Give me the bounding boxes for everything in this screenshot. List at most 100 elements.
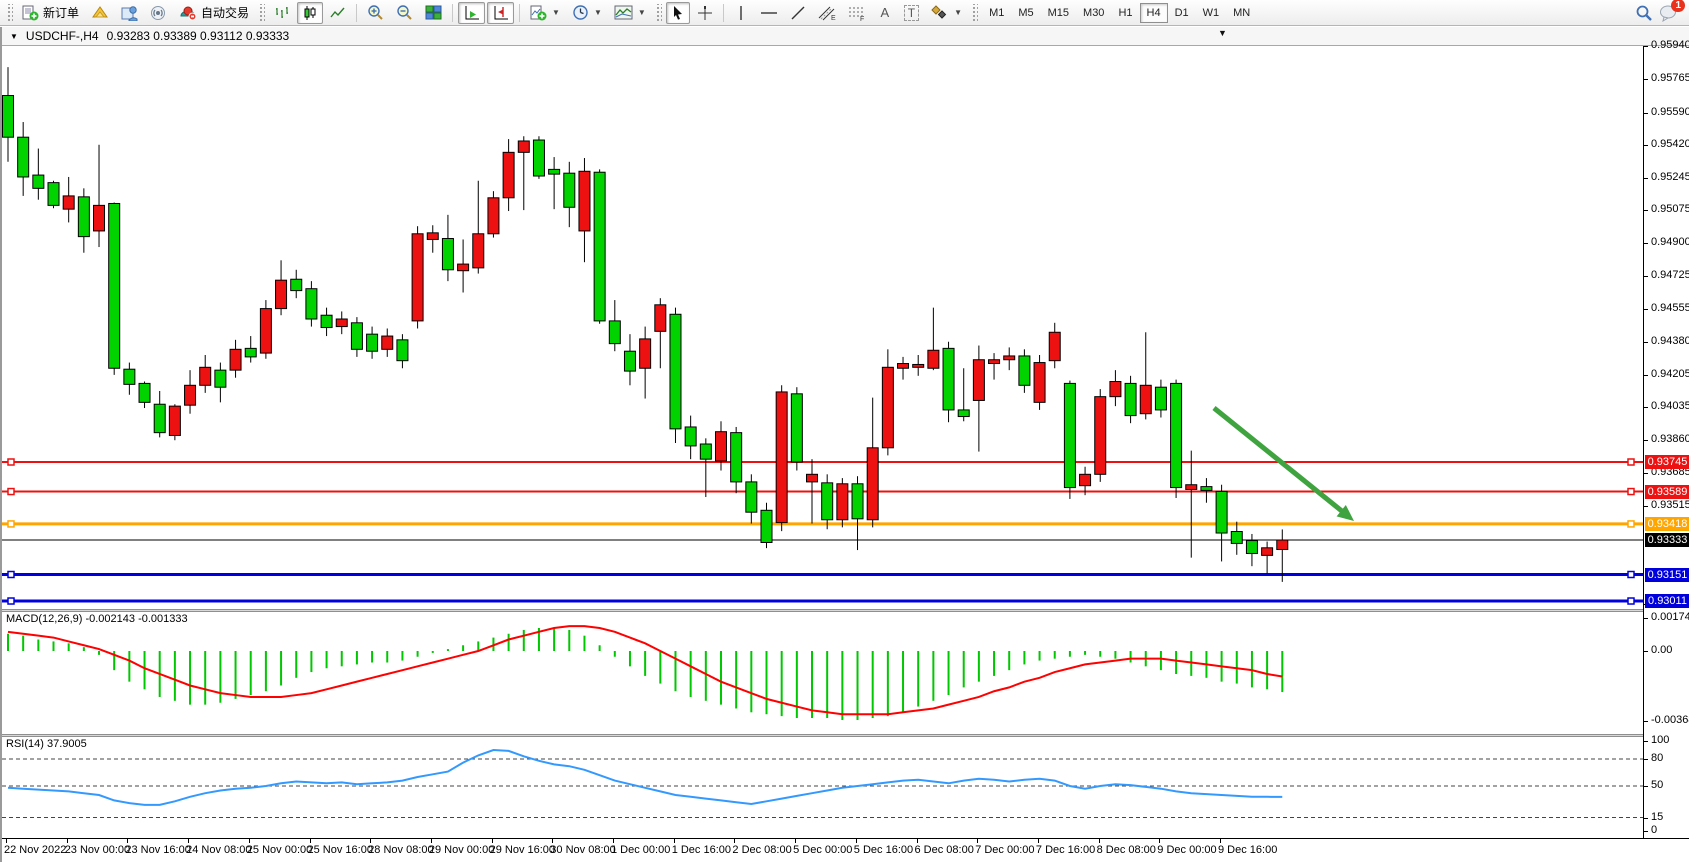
vertical-line-icon [735, 5, 747, 21]
candle-body [989, 360, 1000, 364]
signals-button[interactable] [145, 2, 172, 24]
one-click-collapse-icon[interactable]: ▼ [1218, 28, 1227, 38]
price-line-label: 0.93589 [1645, 485, 1689, 499]
text-label-tool-button[interactable]: T [899, 2, 924, 24]
crosshair-tool-button[interactable] [692, 2, 718, 24]
chevron-down-icon[interactable]: ▼ [638, 8, 646, 17]
candle-body [33, 175, 44, 188]
chart-title-bar[interactable]: ▼ USDCHF-,H4 0.93283 0.93389 0.93112 0.9… [2, 27, 1689, 46]
candlestick-chart-button[interactable] [297, 2, 323, 24]
chart-window: ▼ USDCHF-,H4 0.93283 0.93389 0.93112 0.9… [0, 27, 1689, 862]
price-chart-canvas[interactable] [2, 46, 1643, 609]
auto-trading-button[interactable]: 自动交易 [174, 2, 254, 24]
trendline-tool-button[interactable] [785, 2, 811, 24]
candle-body [200, 367, 211, 385]
line-chart-button[interactable] [325, 2, 351, 24]
chart-shift-button[interactable] [487, 2, 514, 24]
line-handle[interactable] [1628, 598, 1634, 604]
new-order-button[interactable]: 新订单 [17, 2, 84, 24]
candle-body [715, 432, 726, 461]
channel-tool-button[interactable]: E [813, 2, 841, 24]
search-icon[interactable] [1635, 4, 1653, 22]
zoom-out-button[interactable] [391, 2, 418, 24]
profiles-button[interactable] [86, 2, 114, 24]
market-watch-button[interactable] [116, 2, 143, 24]
time-tick [431, 839, 432, 843]
line-handle[interactable] [8, 598, 14, 604]
line-handle[interactable] [8, 459, 14, 465]
candle-body [3, 96, 14, 138]
arrows-tool-button[interactable]: ▼ [926, 2, 967, 24]
toolbar-grip[interactable] [655, 4, 662, 22]
equidistant-channel-icon: E [818, 5, 836, 21]
axis-tick-label: 0.94380 [1651, 335, 1689, 347]
candle-body [1125, 383, 1136, 415]
auto-scroll-button[interactable] [458, 2, 485, 24]
indicators-button[interactable]: ▼ [525, 2, 565, 24]
timeframe-button-m1[interactable]: M1 [982, 3, 1011, 23]
timeframe-button-m15[interactable]: M15 [1041, 3, 1076, 23]
vertical-line-tool-button[interactable] [729, 2, 753, 24]
timeframe-button-d1[interactable]: D1 [1168, 3, 1196, 23]
timeframe-button-m30[interactable]: M30 [1076, 3, 1111, 23]
line-handle[interactable] [1628, 572, 1634, 578]
candle-body [48, 183, 59, 206]
crosshair-icon [697, 5, 713, 21]
bar-chart-icon [274, 5, 290, 21]
candle-body [473, 234, 484, 268]
axis-tick-label: 0.94900 [1651, 236, 1689, 248]
time-tick [492, 839, 493, 843]
timeframe-button-m5[interactable]: M5 [1011, 3, 1040, 23]
tile-windows-button[interactable] [420, 2, 447, 24]
time-tick [977, 839, 978, 843]
line-handle[interactable] [1628, 521, 1634, 527]
macd-panel-canvas[interactable] [2, 612, 1643, 734]
line-handle[interactable] [8, 489, 14, 495]
candle-body [1262, 548, 1273, 556]
candle-body [215, 370, 226, 387]
text-tool-glyph: A [880, 5, 889, 20]
fibonacci-tool-button[interactable]: F [843, 2, 871, 24]
price-axis[interactable]: 0.959400.957650.955900.954200.952450.950… [1643, 46, 1689, 862]
cursor-tool-button[interactable] [666, 2, 690, 24]
toolbar-grip[interactable] [6, 4, 13, 22]
timeframe-button-w1[interactable]: W1 [1196, 3, 1227, 23]
axis-tick-label: 0.94555 [1651, 302, 1689, 314]
axis-tick [1644, 721, 1648, 722]
candle-body [852, 484, 863, 519]
candle-body [943, 348, 954, 410]
candle-body [276, 280, 287, 308]
price-line-label: 0.93745 [1645, 455, 1689, 469]
text-tool-button[interactable]: A [873, 2, 897, 24]
candle-body [78, 197, 89, 237]
time-label: 5 Dec 00:00 [793, 844, 852, 856]
candle-body [458, 264, 469, 271]
candle-body [973, 360, 984, 401]
rsi-panel-canvas[interactable] [2, 737, 1643, 835]
chart-dropdown-icon[interactable]: ▼ [10, 32, 18, 41]
horizontal-line-tool-button[interactable] [755, 2, 783, 24]
candle-body [579, 171, 590, 231]
chevron-down-icon[interactable]: ▼ [594, 8, 602, 17]
candle-body [533, 140, 544, 176]
timeframe-button-mn[interactable]: MN [1226, 3, 1257, 23]
templates-button[interactable]: ▼ [609, 2, 651, 24]
line-handle[interactable] [1628, 459, 1634, 465]
timeframe-button-h1[interactable]: H1 [1111, 3, 1139, 23]
periods-button[interactable]: ▼ [567, 2, 607, 24]
line-handle[interactable] [8, 521, 14, 527]
chevron-down-icon[interactable]: ▼ [552, 8, 560, 17]
bar-chart-button[interactable] [269, 2, 295, 24]
candle-body [670, 314, 681, 429]
candle-body [1155, 387, 1166, 410]
time-axis[interactable]: 22 Nov 202223 Nov 00:0023 Nov 16:0024 No… [2, 838, 1689, 862]
toolbar-grip[interactable] [258, 4, 265, 22]
line-handle[interactable] [8, 572, 14, 578]
candle-body [898, 364, 909, 369]
timeframe-button-h4[interactable]: H4 [1140, 3, 1168, 23]
zoom-in-button[interactable] [362, 2, 389, 24]
toolbar-grip[interactable] [971, 4, 978, 22]
chevron-down-icon[interactable]: ▼ [954, 8, 962, 17]
notifications-button[interactable]: 1 [1659, 4, 1679, 22]
line-handle[interactable] [1628, 489, 1634, 495]
